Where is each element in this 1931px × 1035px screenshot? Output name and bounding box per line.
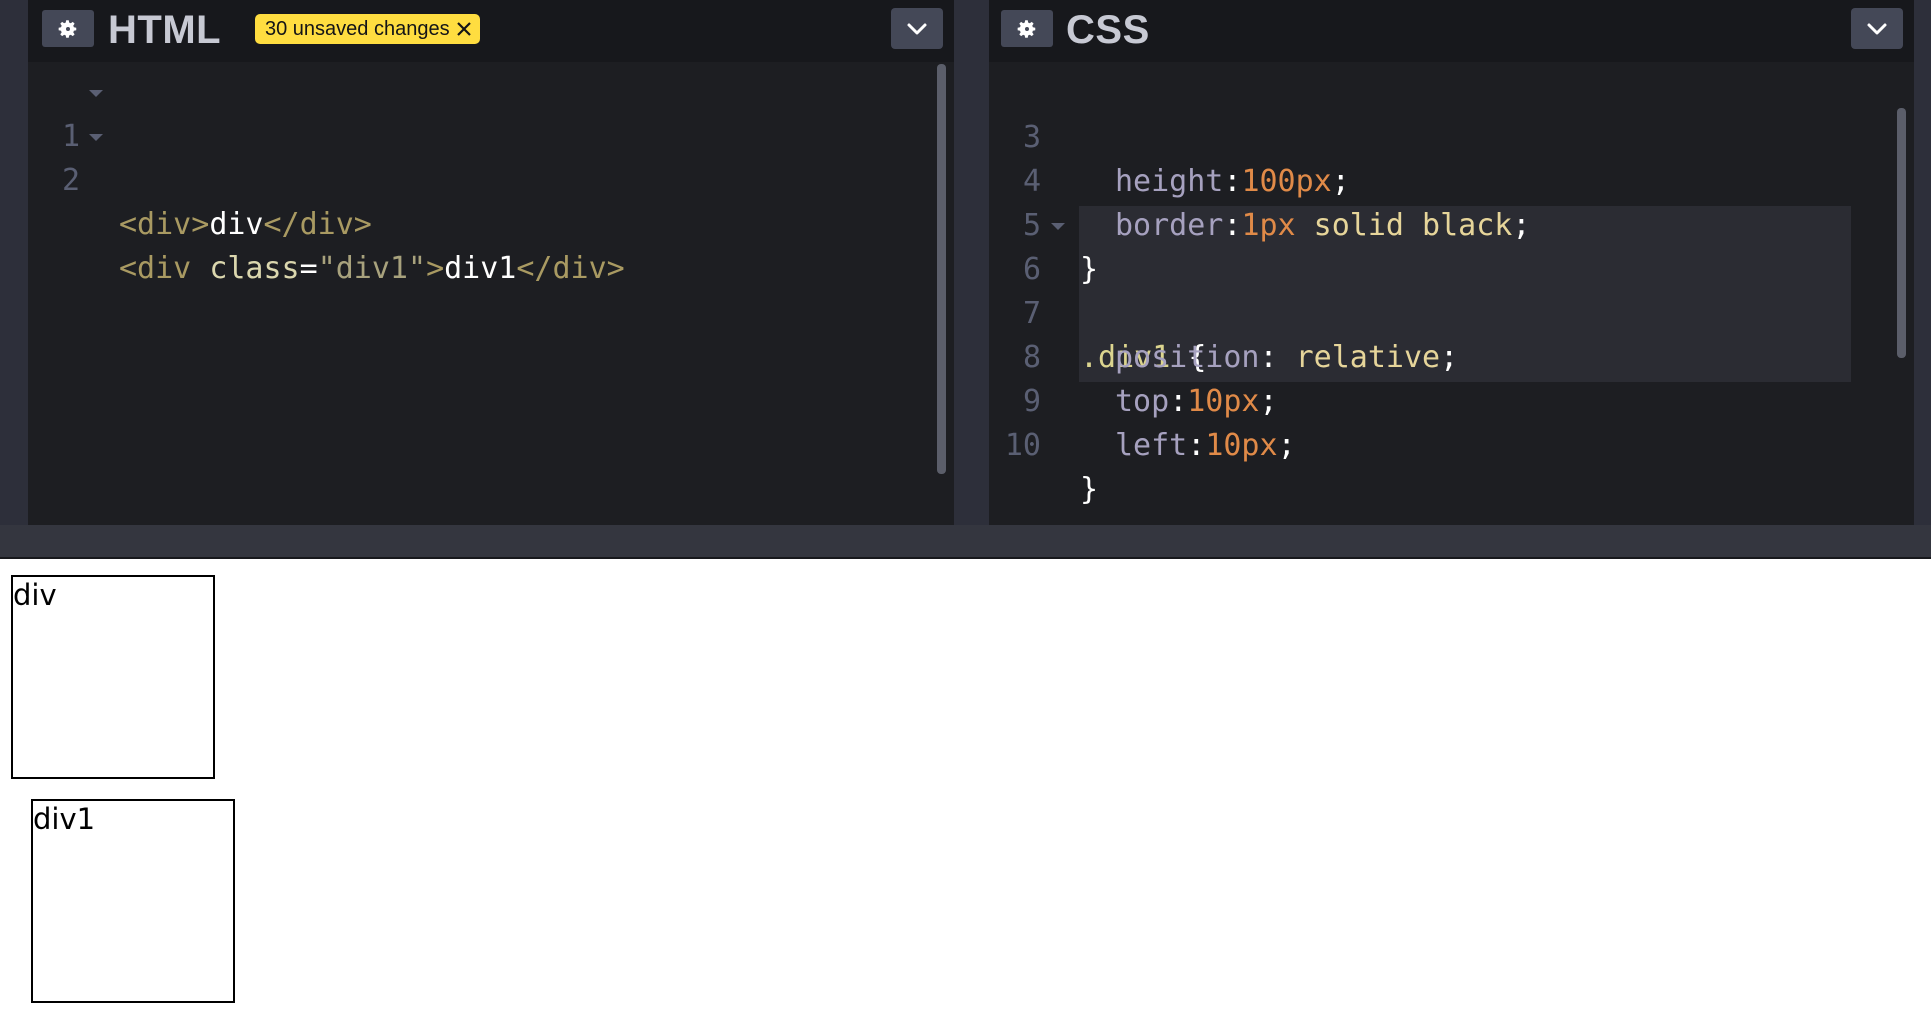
code-text: } — [1080, 468, 1098, 512]
unsaved-changes-label: 30 unsaved changes — [265, 17, 450, 40]
code-line: 2 <div class="div1">div1</div> — [28, 115, 954, 286]
resize-handle[interactable] — [0, 525, 1931, 559]
editor-area: HTML 30 unsaved changes 1 <div>div</div> — [0, 0, 1931, 525]
code-line: 8 top:10px; — [989, 292, 1914, 419]
code-line: 7 position: relative; — [989, 248, 1914, 375]
css-editor-pane: CSS 3 height:100px; 4 border:1px solid b… — [989, 0, 1914, 525]
code-line: 5 } — [989, 160, 1914, 287]
css-vertical-scrollbar[interactable] — [1897, 108, 1906, 358]
chevron-down-icon — [907, 23, 927, 34]
code-text: left:10px; — [1115, 424, 1296, 468]
fold-arrow-icon[interactable] — [89, 134, 103, 141]
code-line: 10 } — [989, 380, 1914, 507]
code-line: 6 .div1 { — [989, 204, 1914, 375]
code-text: <div class="div1">div1</div> — [119, 247, 625, 291]
html-vertical-scrollbar[interactable] — [937, 64, 946, 474]
css-collapse-button[interactable] — [1851, 8, 1903, 49]
code-token: 10px — [1205, 428, 1278, 463]
code-line: 9 left:10px; — [989, 336, 1914, 463]
code-token: > — [426, 251, 445, 286]
code-token: div — [209, 207, 264, 242]
unsaved-changes-badge[interactable]: 30 unsaved changes — [255, 14, 480, 44]
preview-box-div1: div1 — [31, 799, 235, 1003]
html-settings-button[interactable] — [42, 10, 94, 47]
fold-arrow-icon[interactable] — [89, 90, 103, 97]
close-icon[interactable] — [456, 21, 472, 37]
code-token: : — [1187, 428, 1206, 463]
fold-arrow-icon[interactable] — [1051, 223, 1065, 230]
code-token: </div> — [516, 251, 625, 286]
html-code-area[interactable]: 1 <div>div</div> 2 <div class="div1">div… — [28, 62, 954, 525]
code-token: } — [1080, 472, 1099, 507]
html-editor-pane: HTML 30 unsaved changes 1 <div>div</div> — [28, 0, 954, 525]
html-collapse-button[interactable] — [891, 8, 943, 49]
result-preview: div div1 — [0, 559, 1931, 1035]
code-line: 3 height:100px; — [989, 72, 1914, 199]
preview-box-div: div — [11, 575, 215, 779]
css-pane-title: CSS — [1066, 8, 1150, 52]
gear-icon — [1017, 19, 1036, 38]
code-token: </div> — [263, 207, 372, 242]
css-settings-button[interactable] — [1001, 10, 1053, 47]
code-token: class — [209, 251, 300, 286]
line-number: 2 — [61, 163, 80, 198]
code-line: 1 <div>div</div> — [28, 71, 954, 242]
code-line: 4 border:1px solid black; — [989, 116, 1914, 243]
html-pane-title: HTML — [108, 8, 222, 52]
css-code-area[interactable]: 3 height:100px; 4 border:1px solid black… — [989, 62, 1914, 525]
chevron-down-icon — [1867, 23, 1887, 34]
html-pane-header: HTML 30 unsaved changes — [28, 0, 954, 62]
code-token: "div1" — [317, 251, 427, 286]
line-number: 10 — [1004, 428, 1041, 463]
css-pane-header: CSS — [989, 0, 1914, 62]
code-token: div1 — [444, 251, 517, 286]
gear-icon — [58, 19, 77, 38]
code-token: ; — [1277, 428, 1296, 463]
code-token: = — [299, 251, 318, 286]
code-token: <div — [119, 251, 210, 286]
